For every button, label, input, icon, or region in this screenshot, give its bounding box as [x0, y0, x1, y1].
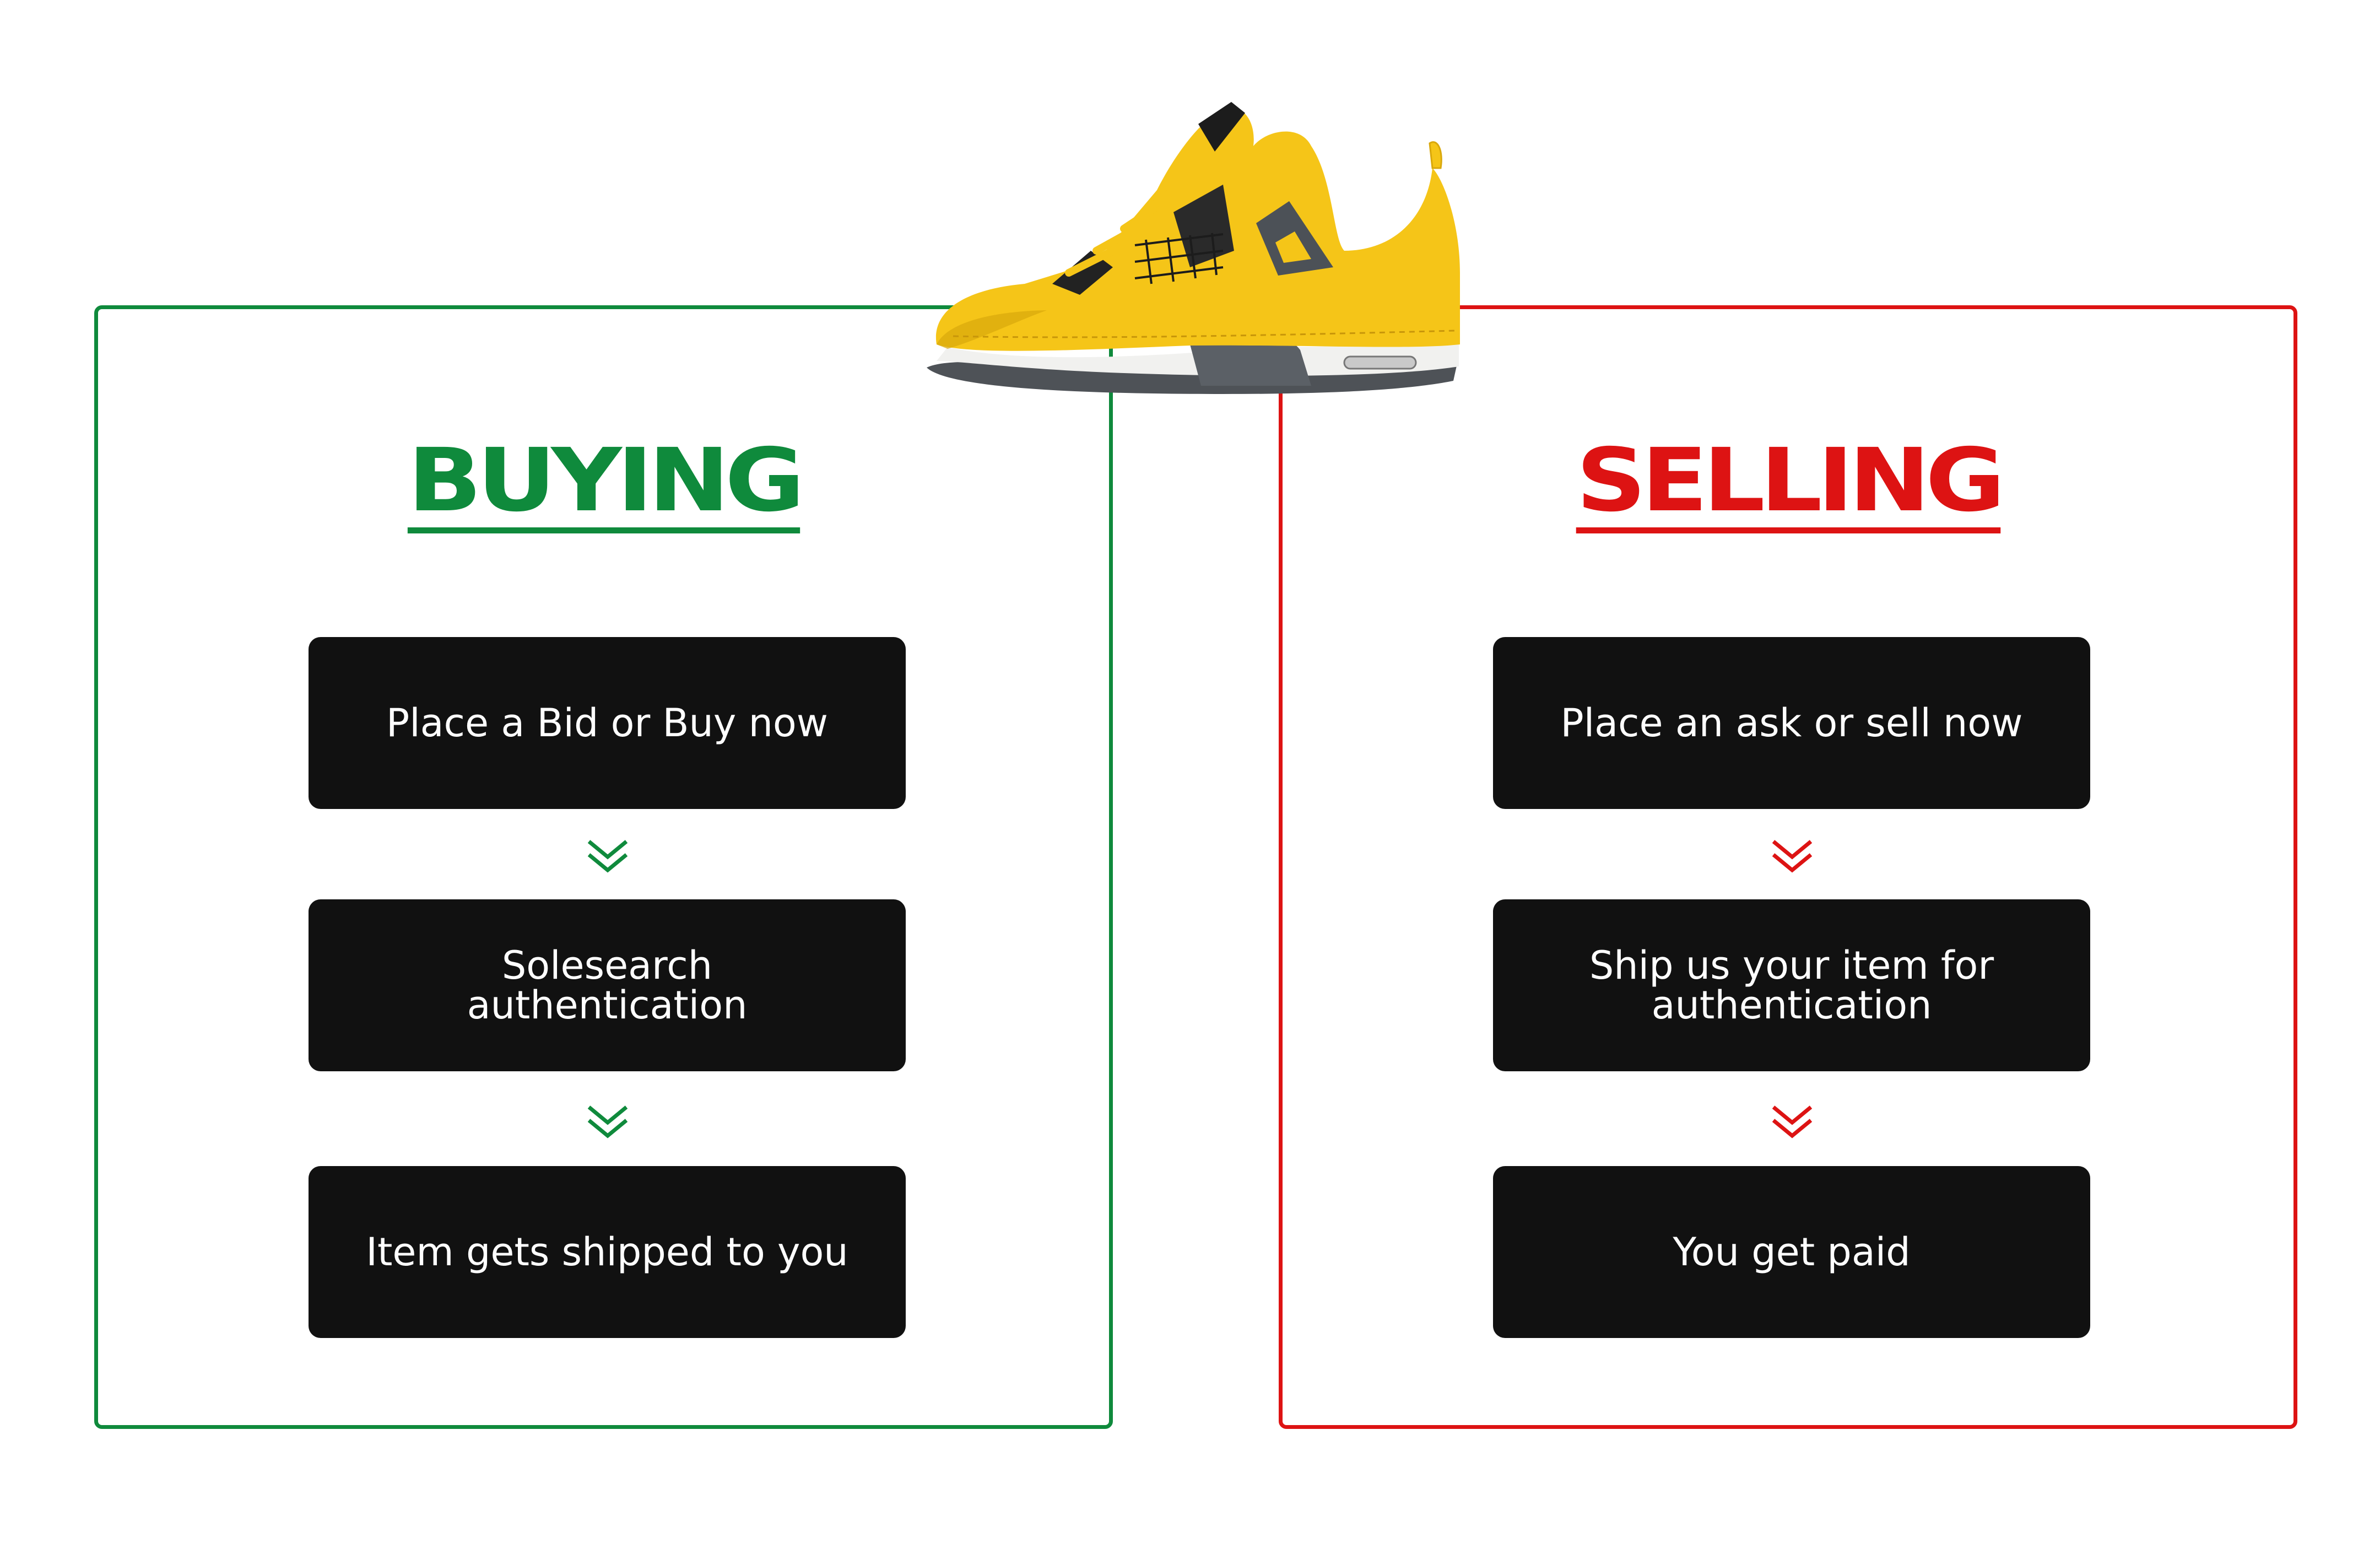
selling-step-3: You get paid [1493, 1166, 2090, 1338]
buying-step-2: Solesearch authentication [309, 899, 906, 1071]
double-chevron-down-icon [1772, 840, 1813, 873]
selling-panel: SELLING Place an ask or sell now Ship us… [1279, 305, 2297, 1429]
sneaker-illustration [927, 102, 1471, 394]
buying-title: BUYING [98, 437, 1109, 533]
buying-step-3: Item gets shipped to you [309, 1166, 906, 1338]
double-chevron-down-icon [587, 840, 628, 873]
buying-step-1: Place a Bid or Buy now [309, 637, 906, 809]
selling-step-2: Ship us your item for authentication [1493, 899, 2090, 1071]
selling-title: SELLING [1283, 437, 2294, 533]
buying-panel: BUYING Place a Bid or Buy now Solesearch… [94, 305, 1113, 1429]
selling-step-1: Place an ask or sell now [1493, 637, 2090, 809]
double-chevron-down-icon [587, 1105, 628, 1139]
double-chevron-down-icon [1772, 1105, 1813, 1139]
